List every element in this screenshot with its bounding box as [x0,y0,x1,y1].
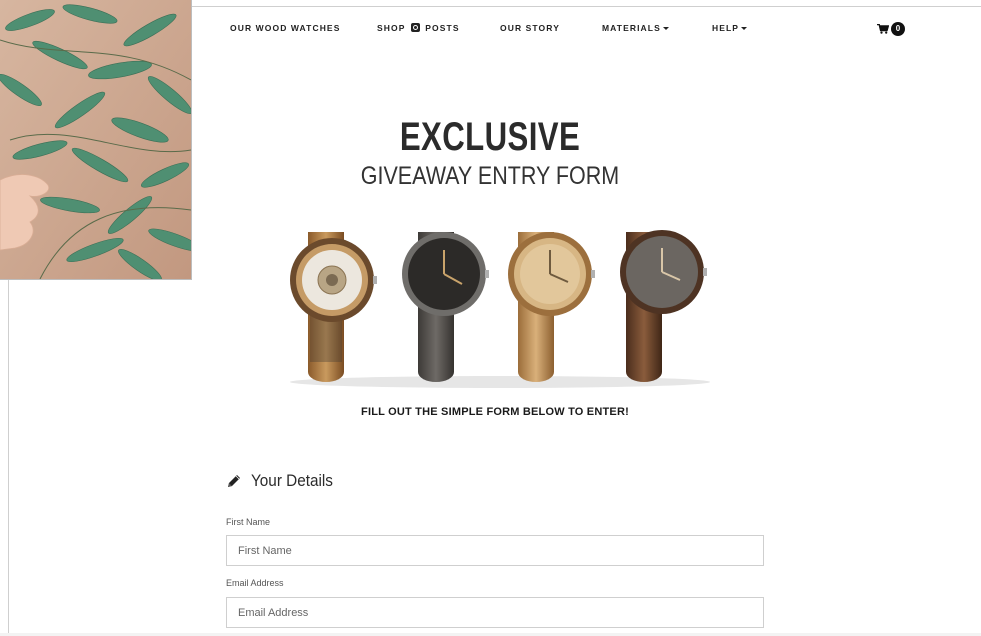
nav-shop-label: SHOP [377,23,406,33]
top-divider [192,6,981,7]
email-address-label: Email Address [226,578,284,588]
nav-help-label: HELP [712,23,740,33]
wood-watches-image [290,230,710,388]
nav-item-materials[interactable]: MATERIALS [602,20,669,36]
caret-down-icon [662,27,669,31]
first-name-label: First Name [226,517,271,527]
cart-button[interactable]: 0 [877,21,905,37]
caret-down-icon [741,27,748,31]
main-nav: OUR WOOD WATCHES SHOP POSTS OUR STORY MA… [0,20,981,40]
nav-item-shop-posts[interactable]: SHOP POSTS [377,20,460,36]
email-address-input[interactable] [226,597,764,628]
giveaway-page: OUR WOOD WATCHES SHOP POSTS OUR STORY MA… [0,0,981,636]
nav-materials-label: MATERIALS [602,23,661,33]
page-subtitle: GIVEAWAY ENTRY FORM [360,162,620,190]
instagram-icon [410,23,420,32]
first-name-input[interactable] [226,535,764,566]
nav-item-help[interactable]: HELP [712,20,748,36]
plant-photo [0,0,192,280]
nav-item-our-story[interactable]: OUR STORY [500,20,560,36]
shopping-cart-icon [877,24,889,34]
section-title: Your Details [251,471,333,490]
plant-photo-art [0,0,191,279]
left-divider [8,280,9,636]
cart-count-badge: 0 [891,22,905,36]
form-call-to-action: FILL OUT THE SIMPLE FORM BELOW TO ENTER! [361,406,629,418]
nav-posts-label: POSTS [425,23,460,33]
nav-item-our-wood-watches[interactable]: OUR WOOD WATCHES [230,20,340,36]
section-header-your-details: Your Details [226,471,342,491]
pencil-icon [228,475,240,487]
page-title: EXCLUSIVE [399,115,581,159]
